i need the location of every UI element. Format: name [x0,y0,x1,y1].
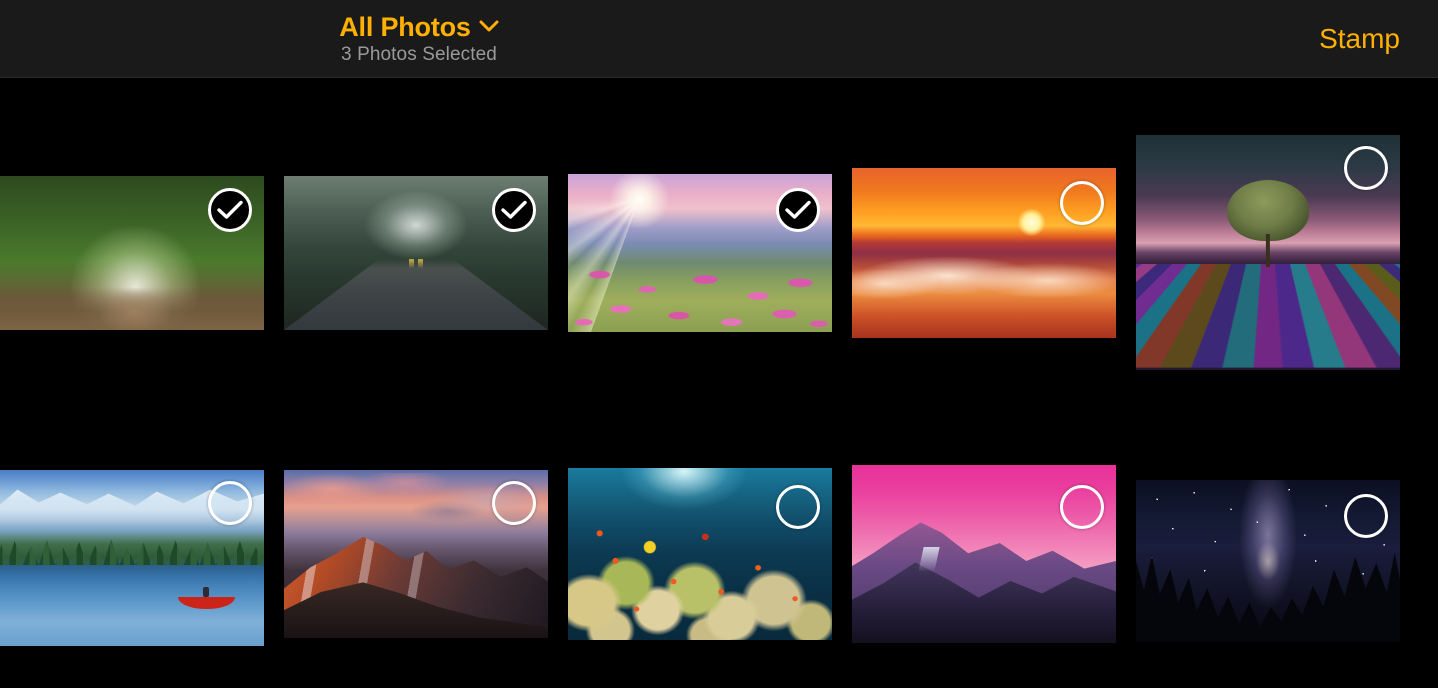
selection-count-label: 3 Photos Selected [341,44,497,65]
photo-detail-lines [284,259,548,330]
photo-detail-tree-canopy [1227,179,1309,241]
checkmark-icon [785,200,811,219]
photo-detail-tree-trunk [1265,233,1271,267]
checkmark-badge-forest-path[interactable] [208,188,252,232]
checkmark-badge-redwood-road[interactable] [492,188,536,232]
chevron-down-icon[interactable] [479,20,499,38]
photo-detail-trees [0,539,264,566]
page-title: All Photos [339,12,471,42]
checkmark-badge-pink-meadow[interactable] [776,188,820,232]
empty-circle-badge-lavender-tree[interactable] [1344,146,1388,190]
checkmark-icon [217,200,243,219]
photo-detail-canoe [178,587,235,610]
stamp-button[interactable]: Stamp [1319,0,1400,78]
empty-circle-badge-coral-reef[interactable] [776,485,820,529]
album-title-block[interactable]: All Photos 3 Photos Selected [0,0,838,78]
photo-grid[interactable] [0,78,1438,688]
photo-detail-rows [1136,264,1400,368]
checkmark-icon [501,200,527,219]
empty-circle-badge-sierra-sunset[interactable] [492,481,536,525]
empty-circle-badge-milky-way[interactable] [1344,494,1388,538]
empty-circle-badge-pink-mountains[interactable] [1060,485,1104,529]
empty-circle-badge-ocean-sunset[interactable] [1060,181,1104,225]
empty-circle-badge-denali-lake[interactable] [208,481,252,525]
album-selector[interactable]: All Photos [339,12,499,42]
top-toolbar: All Photos 3 Photos Selected Stamp [0,0,1438,78]
